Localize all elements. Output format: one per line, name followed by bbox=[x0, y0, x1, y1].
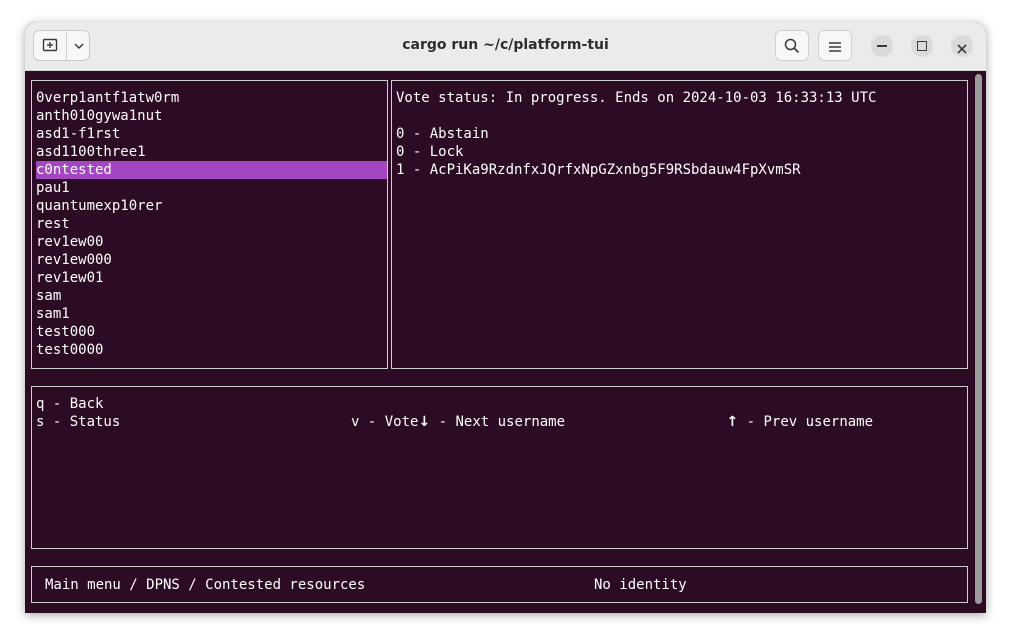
minimize-button[interactable] bbox=[871, 35, 893, 57]
help-prev-label: - Prev username bbox=[738, 414, 874, 430]
help-next[interactable]: ↓ - Next username bbox=[351, 395, 565, 430]
vote-details-panel: Vote status: In progress. Ends on 2024-1… bbox=[391, 80, 968, 369]
list-item[interactable]: rev1ew01 bbox=[36, 269, 103, 287]
search-icon bbox=[784, 38, 800, 58]
terminal-window: cargo run ~/c/platform-tui 0verp1antf1at… bbox=[25, 22, 986, 613]
list-item[interactable]: pau1 bbox=[36, 179, 70, 197]
search-button[interactable] bbox=[775, 30, 809, 61]
list-item[interactable]: asd1100three1 bbox=[36, 143, 146, 161]
help-vote[interactable]: v - Vote bbox=[351, 413, 418, 431]
close-icon bbox=[956, 40, 968, 59]
status-bar: Main menu / DPNS / Contested resources N… bbox=[31, 566, 968, 603]
username-list-panel: 0verp1antf1atw0rm anth010gywa1nut asd1-f1r… bbox=[31, 80, 388, 369]
list-item[interactable]: rev1ew000 bbox=[36, 251, 112, 269]
menu-button[interactable] bbox=[818, 30, 852, 61]
list-item[interactable]: rest bbox=[36, 215, 70, 233]
scrollbar[interactable] bbox=[975, 74, 982, 604]
vote-result-abstain: 0 - Abstain bbox=[396, 126, 489, 142]
arrow-up-icon: ↑ bbox=[726, 414, 739, 430]
vote-status: Vote status: In progress. Ends on 2024-1… bbox=[396, 90, 877, 106]
identity-status: No identity bbox=[594, 577, 687, 593]
help-back[interactable]: q - Back bbox=[36, 395, 103, 413]
title-bar: cargo run ~/c/platform-tui bbox=[25, 22, 986, 71]
vote-result-lock: 0 - Lock bbox=[396, 144, 464, 160]
list-item-selected[interactable]: c0ntested bbox=[36, 161, 387, 179]
list-item[interactable]: rev1ew00 bbox=[36, 233, 103, 251]
close-button[interactable] bbox=[951, 35, 973, 57]
help-status[interactable]: s - Status bbox=[36, 413, 120, 431]
list-item[interactable]: asd1-f1rst bbox=[36, 125, 120, 143]
breadcrumb: Main menu / DPNS / Contested resources bbox=[45, 577, 366, 593]
keybindings-panel: q - Back s - Status ↓ - Next username v … bbox=[31, 386, 968, 549]
list-item[interactable]: sam bbox=[36, 287, 61, 305]
list-item[interactable]: anth010gywa1nut bbox=[36, 107, 162, 125]
terminal-content: 0verp1antf1atw0rm anth010gywa1nut asd1-f1r… bbox=[25, 71, 986, 613]
list-item[interactable]: test0000 bbox=[36, 341, 103, 359]
list-item[interactable]: sam1 bbox=[36, 305, 70, 323]
list-item[interactable]: quantumexp10rer bbox=[36, 197, 162, 215]
arrow-down-icon: ↓ bbox=[418, 414, 431, 430]
minimize-icon bbox=[877, 45, 887, 47]
help-next-label: - Next username bbox=[430, 414, 566, 430]
vote-result-identity: 1 - AcPiKa9RzdnfxJQrfxNpGZxnbg5F9RSbdauw… bbox=[396, 162, 801, 178]
list-item[interactable]: 0verp1antf1atw0rm bbox=[36, 89, 179, 107]
help-prev[interactable]: ↑ - Prev username bbox=[659, 395, 873, 430]
maximize-button[interactable] bbox=[911, 35, 933, 57]
maximize-icon bbox=[917, 41, 927, 51]
list-item[interactable]: test000 bbox=[36, 323, 95, 341]
hamburger-menu-icon bbox=[828, 39, 842, 58]
